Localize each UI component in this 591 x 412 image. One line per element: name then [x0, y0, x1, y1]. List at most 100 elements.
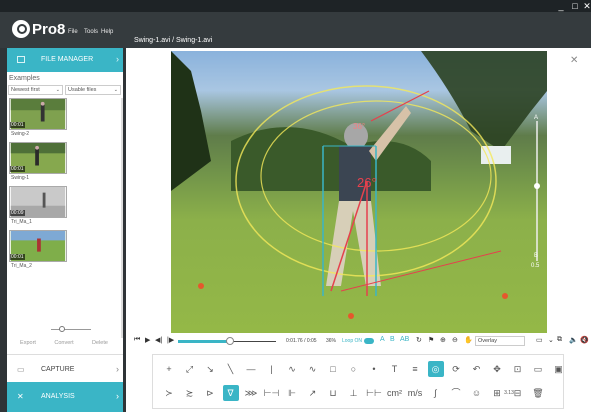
chevron-down-icon[interactable]: ⌄: [548, 336, 554, 344]
thumbnail-duration: 00:01: [10, 166, 25, 172]
volume-icon[interactable]: 🔈: [569, 336, 578, 344]
chevron-right-icon: ›: [116, 54, 119, 64]
row1-tool-0[interactable]: +: [161, 361, 177, 377]
thumbnail-duration: 00:01: [10, 254, 25, 260]
hand-icon[interactable]: ✋: [464, 336, 473, 344]
app-header: Pro8 File Tools Help: [0, 12, 591, 48]
row2-tool-13[interactable]: ∫: [428, 385, 444, 401]
row1-tool-18[interactable]: ▭: [530, 361, 546, 377]
row1-tool-2[interactable]: ↘: [202, 361, 218, 377]
sort-select[interactable]: Newest first ⌄: [8, 85, 63, 95]
play-icon[interactable]: ▶: [145, 336, 150, 344]
camera-icon: ▭: [17, 365, 25, 374]
chevron-right-icon: ›: [116, 364, 119, 374]
row2-tool-5[interactable]: ⊢⊣: [264, 385, 280, 401]
file-list-scrollbar[interactable]: [121, 98, 123, 338]
window-titlebar: _ □ ✕: [0, 0, 591, 12]
filter-select[interactable]: Usable files ⌄: [65, 85, 121, 95]
row2-tool-4[interactable]: ⋙: [243, 385, 259, 401]
flag-icon[interactable]: ⚑: [428, 336, 434, 344]
minimize-button[interactable]: _: [554, 0, 568, 12]
thumbnail-label: Swing-2: [11, 131, 30, 137]
step-forward-icon[interactable]: |▶: [167, 336, 174, 344]
row1-tool-12[interactable]: ≡: [407, 361, 423, 377]
capture-section[interactable]: ▭ CAPTURE ›: [7, 354, 123, 382]
thumbnail-size-slider[interactable]: [51, 329, 91, 330]
marker-b-button[interactable]: B: [390, 336, 395, 343]
overlay-select[interactable]: Overlay: [475, 336, 525, 346]
examples-label: Examples: [9, 75, 40, 82]
file-manager-header[interactable]: FILE MANAGER ›: [7, 48, 123, 72]
loop-toggle[interactable]: [364, 338, 374, 344]
mute-icon[interactable]: 🔇: [580, 336, 589, 344]
row1-tool-3[interactable]: ╲: [223, 361, 239, 377]
logo-icon: [12, 20, 30, 38]
row1-tool-14[interactable]: ⟳: [448, 361, 464, 377]
row1-tool-7[interactable]: ∿: [305, 361, 321, 377]
chevron-down-icon: ⌄: [55, 87, 60, 93]
popout-icon[interactable]: ⧉: [557, 336, 562, 344]
export-button[interactable]: Export: [13, 338, 43, 348]
row2-tool-10[interactable]: ⊢⊢: [366, 385, 382, 401]
menu-help[interactable]: Help: [101, 29, 113, 35]
app-brand: Pro8: [32, 21, 66, 38]
row1-tool-5[interactable]: |: [264, 361, 280, 377]
layout-icon[interactable]: ▭: [536, 336, 543, 344]
row1-tool-16[interactable]: ✥: [489, 361, 505, 377]
skip-start-icon[interactable]: ⏮: [134, 336, 140, 344]
row1-tool-1[interactable]: ⤢: [182, 361, 198, 377]
row1-tool-10[interactable]: •: [366, 361, 382, 377]
zoom-out-icon[interactable]: ⊖: [452, 336, 458, 344]
row2-tool-6[interactable]: ⊩: [284, 385, 300, 401]
tool-badge: 3.13: [504, 390, 514, 396]
close-icon[interactable]: ✕: [570, 55, 578, 66]
row1-tool-4[interactable]: —: [243, 361, 259, 377]
refresh-icon[interactable]: ↻: [416, 336, 422, 344]
file-manager-panel: FILE MANAGER › Examples Newest first ⌄ Us…: [7, 48, 123, 406]
thumbnail-label: Tri_Ma_2: [11, 263, 32, 269]
row1-tool-15[interactable]: ↶: [469, 361, 485, 377]
slider-top-label: A: [534, 115, 538, 121]
menu-tools[interactable]: Tools: [84, 29, 98, 35]
speed-readout[interactable]: 36%: [326, 338, 336, 344]
thumbnail-size-knob[interactable]: [59, 326, 65, 332]
analysis-icon: ✕: [17, 392, 24, 401]
row2-tool-8[interactable]: ⊔: [325, 385, 341, 401]
analysis-section[interactable]: ✕ ANALYSIS ›: [7, 382, 123, 412]
row2-tool-2[interactable]: ⊳: [202, 385, 218, 401]
row2-tool-9[interactable]: ⊥: [346, 385, 362, 401]
row2-tool-15[interactable]: ☺: [469, 385, 485, 401]
marker-a-button[interactable]: A: [380, 336, 385, 343]
zoom-in-icon[interactable]: ⊕: [440, 336, 446, 344]
row2-tool-12[interactable]: m/s: [407, 385, 423, 401]
delete-button[interactable]: Delete: [85, 338, 115, 348]
row1-tool-13[interactable]: ◎: [427, 361, 444, 377]
row1-tool-8[interactable]: □: [325, 361, 341, 377]
row1-tool-9[interactable]: ○: [346, 361, 362, 377]
thumbnail-duration: 00:09: [10, 210, 25, 216]
drawing-toolbar: + ⤢ ↘ ╲ — | ∿ ∿ □ ○ • T ≡ ◎ ⟳ ↶ ✥ ⊡ ▭ ▣ ≻ ≿ ⊳ ∇ ⋙ ⊢⊣ ⊩ ↗ ⊔ ⊥ ⊢⊢ cm² m/s…: [152, 354, 564, 409]
angle-label-top: 36°: [353, 122, 365, 131]
row1-tool-19[interactable]: ▣: [551, 361, 567, 377]
row2-tool-14[interactable]: ⌒: [448, 385, 464, 401]
row1-tool-6[interactable]: ∿: [284, 361, 300, 377]
menu-file[interactable]: File: [68, 29, 78, 35]
row2-tool-3[interactable]: ∇: [222, 385, 239, 401]
row2-tool-0[interactable]: ≻: [161, 385, 177, 401]
marker-ab-button[interactable]: AB: [400, 336, 409, 343]
row2-tool-1[interactable]: ≿: [182, 385, 198, 401]
row1-tool-17[interactable]: ⊡: [510, 361, 526, 377]
thumbnail-label: Tri_Ma_1: [11, 219, 32, 225]
step-back-icon[interactable]: ◀|: [155, 336, 162, 344]
row2-tool-11[interactable]: cm²: [387, 385, 403, 401]
video-frame[interactable]: 36° 26° A B 0.5: [171, 51, 547, 333]
file-path-breadcrumb: Swing-1.avi / Swing-1.avi: [134, 37, 213, 44]
row2-tool-18[interactable]: 🗑: [530, 385, 546, 401]
timeline-handle[interactable]: [226, 337, 234, 345]
slider-mid-label: B: [534, 253, 538, 259]
convert-button[interactable]: Convert: [49, 338, 79, 348]
chevron-right-icon: ›: [116, 391, 119, 401]
close-window-button[interactable]: ✕: [580, 0, 591, 12]
row2-tool-7[interactable]: ↗: [305, 385, 321, 401]
row1-tool-11[interactable]: T: [387, 361, 403, 377]
